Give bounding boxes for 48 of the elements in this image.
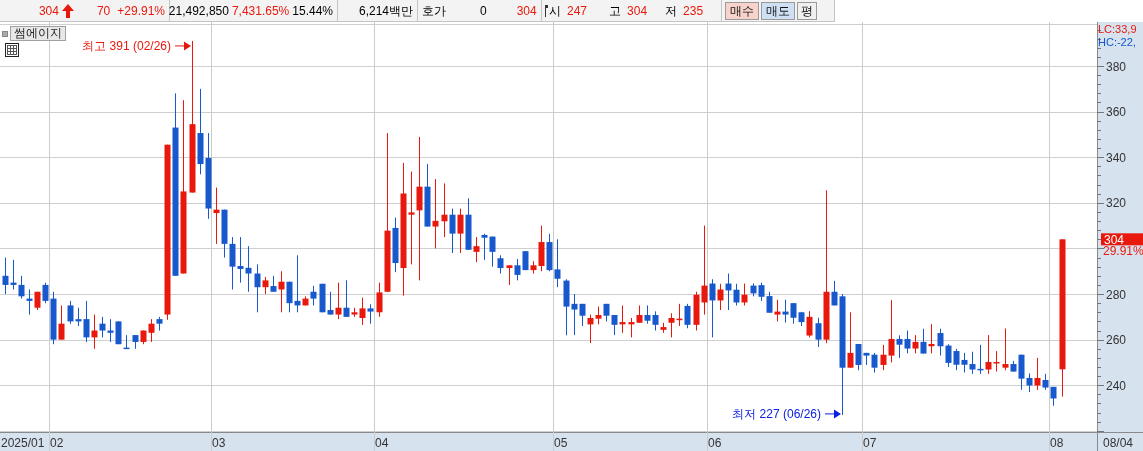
- price-tag: 304: [1101, 232, 1143, 247]
- bid-ask-quantity: 0: [480, 2, 487, 20]
- marker-icon: [545, 4, 548, 17]
- x-axis-label: 05: [554, 435, 568, 450]
- change-rate-text: +29.91%: [117, 2, 165, 20]
- buy-button[interactable]: 매수: [725, 1, 759, 20]
- bid-ask-label: 호가: [422, 2, 446, 20]
- amount-text: 6,214백만: [358, 2, 413, 20]
- table-icon[interactable]: [5, 43, 19, 57]
- y-axis-label: 380: [1106, 59, 1127, 74]
- y-axis-label: 340: [1106, 150, 1127, 165]
- x-axis-label: 08: [1050, 435, 1064, 450]
- high-price-marker: 최고 391 (02/26): [82, 38, 171, 53]
- bid-ask-price: 304: [516, 2, 537, 20]
- x-axis-label: 03: [212, 435, 226, 450]
- open-label: 시: [549, 2, 561, 20]
- x-axis-label: 2025/01: [1, 435, 45, 450]
- change-rate-label: 29.91%: [1103, 244, 1143, 259]
- change-text: 70: [96, 2, 111, 20]
- arrow-icon: [174, 41, 191, 51]
- volume-rate-text: 7,431.65%: [231, 2, 290, 20]
- high-label: 고: [609, 2, 622, 20]
- stock-name-button[interactable]: 썸에이지: [10, 26, 66, 41]
- sell-button[interactable]: 매도: [761, 1, 795, 20]
- x-axis-label: 08/04: [1103, 435, 1134, 450]
- high-price: 304: [627, 2, 648, 20]
- x-axis-label: 06: [708, 435, 722, 450]
- x-axis-label: 04: [375, 435, 389, 450]
- square-icon: [2, 30, 8, 37]
- y-axis-label: 320: [1106, 196, 1127, 211]
- lc-label: LC:33,9: [1098, 23, 1137, 35]
- y-axis-label: 360: [1106, 105, 1127, 120]
- volume-text: 21,492,850: [168, 2, 229, 20]
- average-button[interactable]: 평: [797, 1, 817, 20]
- x-axis-label: 02: [50, 435, 64, 450]
- hc-label: HC:-22,: [1098, 36, 1136, 48]
- y-axis-label: 260: [1106, 333, 1127, 348]
- price-text: 304: [38, 2, 59, 20]
- arrow-icon: [824, 409, 841, 419]
- up-arrow-icon: [61, 3, 74, 18]
- y-axis-label: 280: [1106, 287, 1127, 302]
- open-price: 247: [567, 2, 588, 20]
- x-axis-label: 07: [863, 435, 877, 450]
- low-price: 235: [683, 2, 704, 20]
- y-axis-label: 240: [1106, 378, 1127, 393]
- low-label: 저: [665, 2, 678, 20]
- low-price-marker: 최저 227 (06/26): [732, 406, 821, 421]
- turnover-text: 15.44%: [292, 2, 333, 20]
